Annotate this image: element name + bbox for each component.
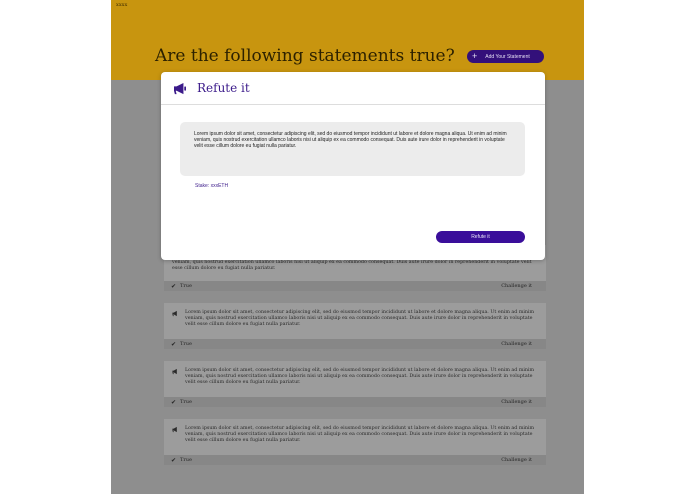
megaphone-icon xyxy=(172,426,179,455)
statement-footer: ✔ True Challenge it xyxy=(164,339,546,349)
plus-icon: + xyxy=(472,51,478,61)
statement-text: veniam, quis nostrud exercitation ullamc… xyxy=(172,260,532,271)
check-icon: ✔ xyxy=(171,456,177,464)
statement-card: Lorem ipsum dolor sit amet, consectetur … xyxy=(164,419,546,465)
statement-footer: ✔ True Challenge it xyxy=(164,281,546,291)
refute-button[interactable]: Refute it xyxy=(436,231,525,243)
status-label: True xyxy=(180,341,192,347)
check-icon: ✔ xyxy=(171,340,177,348)
megaphone-icon xyxy=(172,368,179,397)
challenge-button[interactable]: Challenge it xyxy=(501,341,532,347)
check-icon: ✔ xyxy=(171,282,177,290)
refute-modal: Refute it Lorem ipsum dolor sit amet, co… xyxy=(161,72,545,260)
statement-card: Lorem ipsum dolor sit amet, consectetur … xyxy=(164,303,546,349)
status-label: True xyxy=(180,457,192,463)
megaphone-icon xyxy=(173,82,187,95)
statement-footer: ✔ True Challenge it xyxy=(164,455,546,465)
challenge-button[interactable]: Challenge it xyxy=(501,457,532,463)
challenge-button[interactable]: Challenge it xyxy=(501,283,532,289)
modal-title: Refute it xyxy=(197,81,250,95)
megaphone-icon xyxy=(172,310,179,339)
statement-footer: ✔ True Challenge it xyxy=(164,397,546,407)
status-label: True xyxy=(180,399,192,405)
brand-logo[interactable]: xxxx xyxy=(116,2,127,8)
page-title: Are the following statements true? xyxy=(155,46,455,66)
stake-label: Stake: xxxETH xyxy=(195,183,229,189)
statement-text-box: Lorem ipsum dolor sit amet, consectetur … xyxy=(180,122,525,176)
header: xxxx Are the following statements true? … xyxy=(111,0,584,80)
add-statement-label: Add Your Statement xyxy=(485,53,530,60)
add-statement-button[interactable]: + Add Your Statement xyxy=(467,50,544,63)
statement-text: Lorem ipsum dolor sit amet, consectetur … xyxy=(185,310,535,327)
challenge-button[interactable]: Challenge it xyxy=(501,399,532,405)
check-icon: ✔ xyxy=(171,398,177,406)
status-label: True xyxy=(180,283,192,289)
statement-text: Lorem ipsum dolor sit amet, consectetur … xyxy=(185,368,535,385)
modal-header: Refute it xyxy=(161,72,545,105)
statement-text: Lorem ipsum dolor sit amet, consectetur … xyxy=(185,426,535,443)
statement-card: Lorem ipsum dolor sit amet, consectetur … xyxy=(164,361,546,407)
